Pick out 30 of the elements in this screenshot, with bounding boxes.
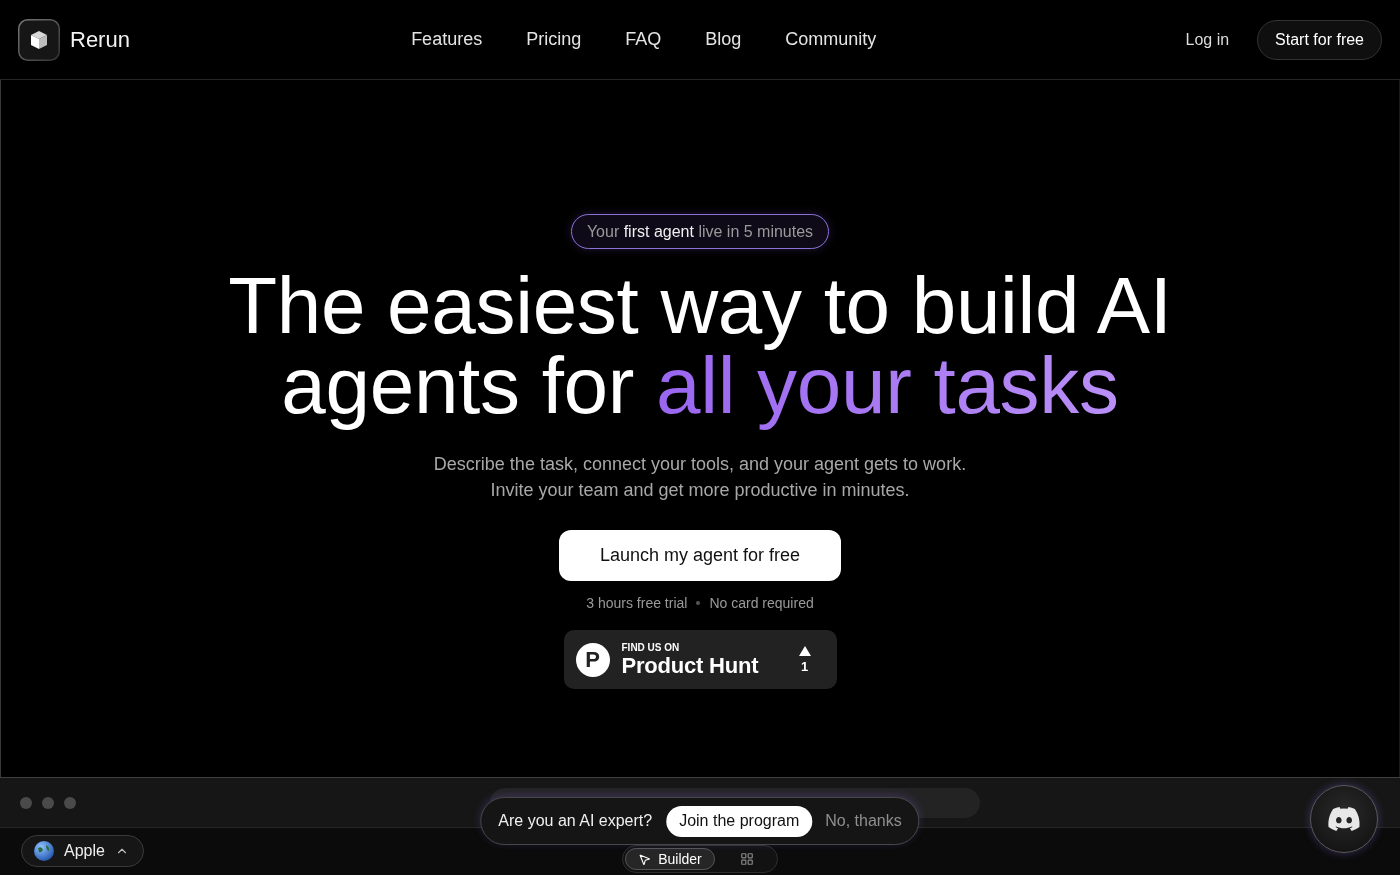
nav-link[interactable]: Features bbox=[411, 29, 483, 50]
brand-name: Rerun bbox=[70, 26, 130, 53]
login-link[interactable]: Log in bbox=[1185, 30, 1230, 49]
trial-note: No card required bbox=[709, 594, 814, 613]
nav-link[interactable]: Pricing bbox=[526, 29, 582, 50]
join-button[interactable]: Join the program bbox=[666, 805, 813, 837]
hero-subtitle: Invite your team and get more productive in minutes. bbox=[490, 479, 910, 502]
upvote-triangle-icon bbox=[798, 645, 811, 656]
trial-note: 3 hours free trial bbox=[586, 594, 688, 613]
vote-count: 1 bbox=[800, 659, 809, 674]
nav-link[interactable]: Community bbox=[785, 29, 877, 50]
banner-question: Are you an AI expert? bbox=[498, 812, 653, 830]
view-tab[interactable]: Builder bbox=[625, 848, 715, 870]
window-dots-icon bbox=[20, 796, 76, 809]
letter-logo: P bbox=[575, 642, 610, 677]
launch-button[interactable]: Launch my agent for free bbox=[559, 530, 841, 581]
nav-link[interactable]: Blog bbox=[705, 29, 742, 50]
hero-subtitle: Describe the task, connect your tools, and your agent gets to work. bbox=[433, 453, 967, 476]
cube-logo-icon bbox=[18, 18, 60, 61]
globe-icon bbox=[34, 841, 54, 861]
pointer-icon bbox=[638, 852, 652, 866]
dismiss-button[interactable]: No, thanks bbox=[812, 805, 911, 837]
announcement-badge: Your first agent live in 5 minutes bbox=[570, 214, 830, 249]
workspace-chip[interactable]: Apple bbox=[21, 835, 144, 867]
separator-dot-icon bbox=[696, 601, 701, 605]
badge-kicker: FIND US ON bbox=[621, 641, 680, 654]
grid-icon bbox=[739, 852, 754, 866]
badge-title: Product Hunt bbox=[621, 653, 759, 678]
start-button[interactable]: Start for free bbox=[1257, 19, 1382, 60]
nav-link[interactable]: FAQ bbox=[625, 29, 662, 50]
